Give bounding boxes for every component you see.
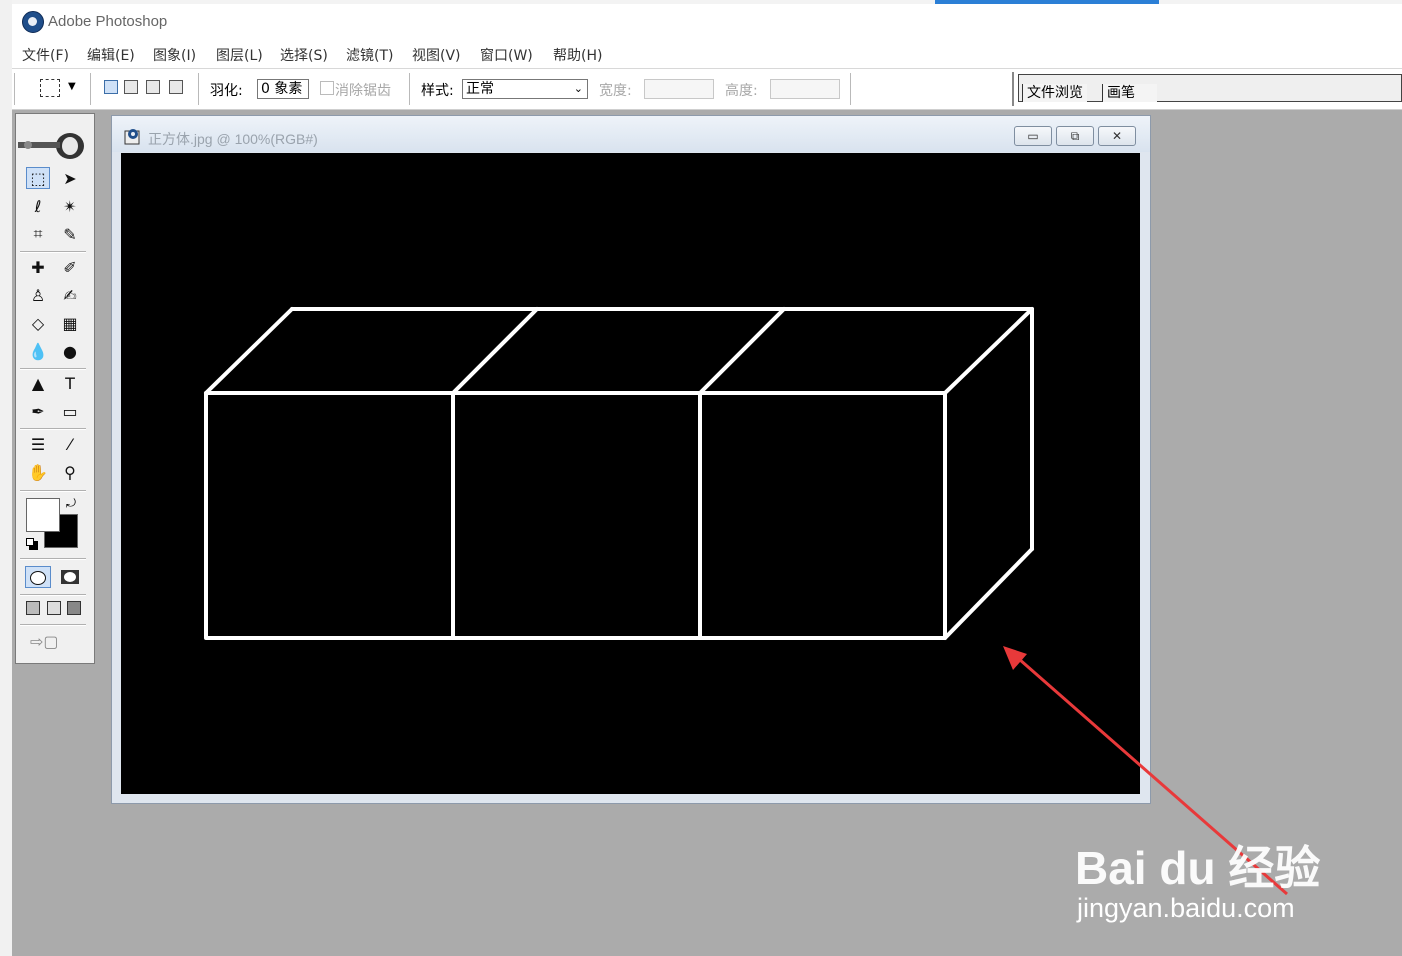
foreground-color-swatch[interactable] (26, 498, 60, 532)
adobe-online-icon[interactable] (18, 130, 90, 160)
style-select-value: 正常 (466, 81, 494, 97)
gradient-tool-icon[interactable]: ▦ (58, 312, 82, 334)
feather-label: 羽化: (210, 83, 243, 99)
toolbox-divider (20, 428, 86, 430)
options-grip (14, 73, 16, 105)
pen-tool-icon[interactable]: ✒ (26, 400, 50, 422)
divider (409, 73, 411, 105)
divider (90, 73, 92, 105)
jump-to-imageready-icon[interactable]: ⇨▢ (30, 632, 59, 651)
divider (198, 73, 200, 105)
minimize-button[interactable]: ▭ (1014, 126, 1052, 146)
subtract-from-selection-icon[interactable] (146, 80, 160, 94)
desktop-left-edge (0, 0, 12, 956)
toolbox-divider (20, 558, 86, 560)
app-title: Adobe Photoshop (48, 13, 168, 30)
height-input (770, 79, 840, 99)
toolbox-divider (20, 251, 86, 253)
new-selection-icon[interactable] (104, 80, 118, 94)
close-button[interactable]: ✕ (1098, 126, 1136, 146)
height-label: 高度: (725, 83, 758, 99)
intersect-selection-icon[interactable] (169, 80, 183, 94)
menu-bar: 文件(F) 编辑(E) 图象(I) 图层(L) 选择(S) 滤镜(T) 视图(V… (12, 40, 1402, 69)
menu-help[interactable]: 帮助(H) (553, 45, 602, 65)
chevron-down-icon: ⌄ (573, 82, 583, 95)
menu-image[interactable]: 图象(I) (153, 45, 196, 65)
width-input (644, 79, 714, 99)
standard-mode-icon[interactable] (25, 566, 51, 588)
restore-button[interactable]: ⧉ (1056, 126, 1094, 146)
menu-view[interactable]: 视图(V) (412, 45, 461, 65)
tab-file-browser[interactable]: 文件浏览 (1022, 84, 1087, 102)
quick-mask-mode-icon[interactable] (57, 566, 83, 588)
cube-front-1 (204, 391, 455, 640)
default-colors-icon[interactable] (26, 538, 38, 550)
marquee-preset-icon[interactable] (40, 79, 60, 97)
shape-tool-icon[interactable]: ▭ (58, 400, 82, 422)
full-screen-menu-icon[interactable] (47, 601, 61, 615)
add-to-selection-icon[interactable] (124, 80, 138, 94)
healing-brush-icon[interactable]: ✚ (26, 256, 50, 278)
divider (850, 73, 852, 105)
hand-tool-icon[interactable]: ✋ (26, 461, 50, 483)
menu-file[interactable]: 文件(F) (22, 45, 69, 65)
dodge-tool-icon[interactable]: ● (58, 340, 82, 362)
marquee-tool-icon[interactable]: ⬚ (26, 167, 50, 189)
notes-tool-icon[interactable]: ☰ (26, 433, 50, 455)
menu-layer[interactable]: 图层(L) (216, 45, 263, 65)
photoshop-icon (22, 11, 44, 33)
watermark-url: jingyan.baidu.com (1077, 893, 1295, 923)
move-tool-icon[interactable]: ➤ (58, 167, 82, 189)
antialias-checkbox[interactable] (320, 81, 334, 95)
menu-edit[interactable]: 编辑(E) (87, 45, 135, 65)
app-title-bar: Adobe Photoshop (12, 4, 1402, 40)
menu-filter[interactable]: 滤镜(T) (346, 45, 393, 65)
toolbox-divider (20, 624, 86, 626)
brush-tool-icon[interactable]: ✐ (58, 256, 82, 278)
slice-tool-icon[interactable]: ✎ (58, 223, 82, 245)
style-select[interactable]: 正常 ⌄ (462, 79, 588, 99)
cube-drawing (204, 307, 1034, 640)
path-selection-icon[interactable]: ▲ (26, 372, 50, 394)
toolbox-divider (20, 594, 86, 596)
style-label: 样式: (421, 83, 454, 99)
eyedropper-icon[interactable]: ⁄ (58, 433, 82, 455)
clone-stamp-icon[interactable]: ♙ (26, 284, 50, 306)
zoom-tool-icon[interactable]: ⚲ (58, 461, 82, 483)
menu-select[interactable]: 选择(S) (280, 45, 328, 65)
document-title: 正方体.jpg @ 100%(RGB#) (148, 131, 318, 147)
menu-window[interactable]: 窗口(W) (480, 45, 533, 65)
cube-front-3 (698, 391, 947, 640)
type-tool-icon[interactable]: T (58, 372, 82, 394)
chevron-down-icon[interactable]: ▼ (68, 81, 76, 92)
blur-tool-icon[interactable]: 💧 (26, 340, 50, 362)
feather-input[interactable]: 0 象素 (257, 79, 309, 99)
full-screen-icon[interactable] (67, 601, 81, 615)
watermark-logo: Bai du 经验 (1075, 842, 1321, 894)
toolbox-divider (20, 368, 86, 370)
cube-front-2 (451, 391, 702, 640)
document-icon (124, 129, 140, 145)
width-label: 宽度: (599, 83, 632, 99)
lasso-tool-icon[interactable]: ℓ (26, 195, 50, 217)
crop-tool-icon[interactable]: ⌗ (26, 223, 50, 245)
tab-brushes[interactable]: 画笔 (1102, 84, 1157, 102)
magic-wand-icon[interactable]: ✴ (58, 195, 82, 217)
antialias-label: 消除锯齿 (335, 83, 391, 99)
toolbox-divider (20, 490, 86, 492)
eraser-tool-icon[interactable]: ◇ (26, 312, 50, 334)
standard-screen-icon[interactable] (26, 601, 40, 615)
history-brush-icon[interactable]: ✍ (58, 284, 82, 306)
swap-colors-icon[interactable]: ⤾ (66, 496, 76, 511)
